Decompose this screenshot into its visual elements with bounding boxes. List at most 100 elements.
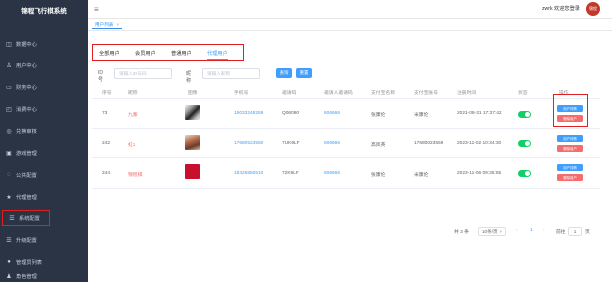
sidebar-item-label: 财务中心 (16, 84, 37, 91)
close-icon[interactable]: × (116, 22, 119, 27)
tab-agent-users[interactable]: 代理用户 (207, 50, 228, 60)
sidebar-item-role-management[interactable]: ♟ 角色管理 (0, 270, 88, 282)
row-invite-code: 72K9LF (282, 171, 299, 176)
sidebar-item-agent-management[interactable]: ★ 代理管理 (0, 189, 88, 205)
column-header: 邀请人邀请码 (324, 91, 353, 96)
list-icon: ☰ (9, 215, 15, 222)
row-reg-time: 2023-11-02 10:34:30 (457, 141, 502, 146)
user-avatar-image (185, 164, 200, 179)
row-alipay-name: 张康伦 (371, 173, 386, 178)
row-nickname: 九寨 (128, 113, 138, 118)
finance-icon: ▭ (6, 84, 12, 91)
sidebar-item-label: 兑换审核 (16, 128, 37, 135)
column-header: 支付宝名称 (371, 91, 395, 96)
column-header: 昵称 (128, 91, 138, 96)
table-row: 244 锦程棋 18326850510 72K9LF 606666 张康伦 米康… (88, 159, 612, 187)
sidebar-item-label: 升级配置 (16, 237, 37, 244)
tab-member-users[interactable]: 会员用户 (135, 50, 156, 57)
sidebar-item-game-management[interactable]: ▣ 游戏管理 (0, 145, 88, 161)
row-nickname: 虹1 (128, 143, 136, 148)
status-toggle[interactable] (518, 140, 531, 147)
admin-icon: ● (7, 259, 11, 265)
sidebar-item-public-config[interactable]: ◌ 公共配置 (0, 167, 88, 183)
delete-user-button[interactable]: 删除用户 (557, 145, 583, 152)
sidebar-item-label: 用户中心 (16, 62, 37, 69)
sidebar-item-consume-center[interactable]: ◰ 消费中心 (0, 101, 88, 117)
nickname-search-input[interactable]: 请输入昵称 (202, 68, 260, 79)
sidebar-item-label: 公共配置 (16, 172, 37, 179)
row-alipay-account: 米康伦 (414, 113, 429, 118)
chevron-down-icon: ▾ (499, 228, 502, 234)
row-phone[interactable]: 17680523550 (234, 141, 263, 146)
sidebar-item-upgrade-config[interactable]: ☰ 升级配置 (0, 232, 88, 248)
tag-user-list[interactable]: 用户列表 × (92, 21, 123, 29)
row-index: 73 (102, 111, 108, 116)
row-reg-time: 2023-11-06 09:35:55 (457, 171, 502, 176)
sidebar-item-label: 管理员列表 (16, 259, 42, 266)
main-content: 全部用户 会员用户 普通用户 代理用户 ID号 请输入ID号码 昵称 请输入昵称… (88, 31, 612, 282)
user-icon: ♙ (6, 62, 12, 69)
page-number-current[interactable]: 1 (530, 228, 533, 233)
page-size-select[interactable]: 10条/页 ▾ (478, 227, 506, 236)
role-icon: ♟ (6, 273, 12, 280)
goto-page-input[interactable]: 1 (568, 227, 582, 236)
user-avatar-image (185, 105, 200, 120)
column-header: 状态 (518, 91, 528, 96)
data-icon: ◫ (6, 41, 12, 48)
sidebar-item-finance-center[interactable]: ▭ 财务中心 (0, 79, 88, 95)
id-search-input[interactable]: 请输入ID号码 (114, 68, 172, 79)
sidebar-item-exchange-audit[interactable]: ◎ 兑换审核 (0, 123, 88, 139)
divider (92, 188, 600, 189)
divider (92, 98, 600, 99)
user-greeting: zwrk 欢迎您登录 (541, 6, 580, 12)
goto-label: 前往 (556, 230, 566, 235)
hamburger-icon[interactable]: ≡ (94, 5, 99, 14)
row-index: 242 (102, 141, 111, 146)
id-label: ID号 (98, 70, 104, 83)
row-inviter-code[interactable]: 606666 (324, 111, 340, 116)
row-invite-code: Q06090 (282, 111, 300, 116)
nickname-label: 昵称 (186, 71, 192, 84)
star-icon: ★ (6, 194, 12, 201)
sidebar-item-admin-list[interactable]: ● 管理员列表 (0, 254, 88, 270)
page-size-value: 10条/页 (482, 228, 498, 234)
status-toggle[interactable] (518, 170, 531, 177)
sidebar-item-label: 代理管理 (16, 194, 37, 201)
delete-user-button[interactable]: 删除用户 (557, 174, 583, 181)
tab-normal-users[interactable]: 普通用户 (171, 50, 192, 57)
page-suffix-label: 页 (585, 230, 590, 235)
row-inviter-code[interactable]: 606666 (324, 141, 340, 146)
status-toggle[interactable] (518, 111, 531, 118)
prev-page-button[interactable]: ‹ (516, 228, 518, 233)
tags-bar: 用户列表 × (88, 19, 612, 31)
column-header: 邀请码 (282, 91, 297, 96)
sidebar-item-user-center[interactable]: ♙ 用户中心 (0, 57, 88, 73)
user-avatar-image (185, 135, 200, 150)
topbar: ≡ zwrk 欢迎您登录 锦程 (88, 0, 612, 19)
row-inviter-code[interactable]: 606666 (324, 171, 340, 176)
column-header: 支付宝账号 (414, 91, 438, 96)
sidebar-item-label: 游戏管理 (16, 150, 37, 157)
row-alipay-account: 17680023559 (414, 141, 444, 146)
row-reg-time: 2021-08-31 17:37:42 (457, 111, 502, 116)
row-phone[interactable]: 15033249259 (234, 111, 263, 116)
sidebar-item-system-config[interactable]: ☰ 系统配置 (2, 210, 50, 226)
next-page-button[interactable]: › (543, 228, 545, 233)
game-icon: ▣ (6, 150, 12, 157)
column-header: 手机号 (234, 91, 249, 96)
row-alipay-name: 高凤英 (371, 143, 386, 148)
upgrade-icon: ☰ (6, 237, 12, 244)
avatar[interactable]: 锦程 (586, 2, 600, 16)
sidebar-item-data-center[interactable]: ◫ 数据中心 (0, 36, 88, 52)
row-alipay-name: 张康伦 (371, 113, 386, 118)
row-alipay-account: 米康伦 (414, 173, 429, 178)
user-detail-button[interactable]: 用户详情 (557, 135, 583, 142)
reset-button[interactable]: 重置 (296, 68, 312, 78)
tab-all-users[interactable]: 全部用户 (99, 50, 120, 57)
column-header: 序号 (102, 91, 112, 96)
search-button[interactable]: 查询 (276, 68, 292, 78)
row-phone[interactable]: 18326850510 (234, 171, 263, 176)
sidebar: 锦程飞行棋系统 ◫ 数据中心 ♙ 用户中心 ▭ 财务中心 ◰ 消费中心 ◎ 兑换审核 ▣ 游… (0, 0, 88, 282)
user-detail-button[interactable]: 用户详情 (557, 164, 583, 171)
column-header: 注册时间 (457, 91, 477, 96)
